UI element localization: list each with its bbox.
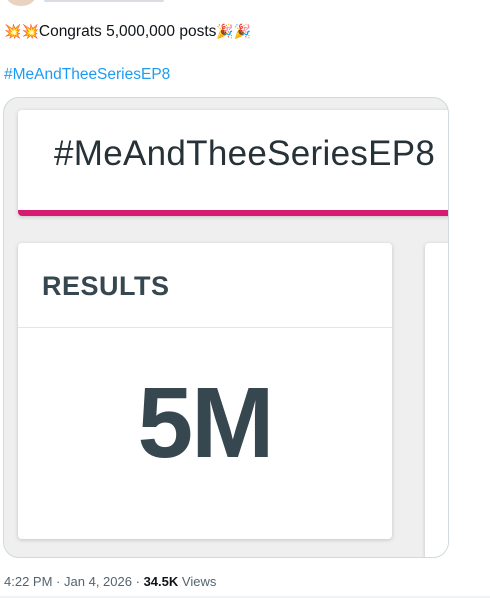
meta-separator: · — [56, 574, 61, 589]
avatar[interactable] — [4, 0, 38, 6]
media-image[interactable]: #MeAndTheeSeriesEP8 RESULTS 5M — [3, 97, 449, 558]
views-count[interactable]: 34.5K — [144, 574, 179, 589]
accent-bar — [18, 210, 448, 216]
author-name[interactable] — [44, 0, 164, 2]
hashtag-title-card: #MeAndTheeSeriesEP8 — [18, 110, 448, 216]
results-card: RESULTS 5M — [18, 243, 392, 539]
results-value: 5M — [137, 367, 275, 479]
side-card — [425, 243, 448, 557]
collision-icon: 💥 — [21, 24, 39, 40]
post-meta: 4:22 PM · Jan 4, 2026 · 34.5K Views — [4, 574, 216, 589]
meta-separator: · — [135, 574, 140, 589]
collision-icon: 💥 — [4, 24, 22, 40]
media-title: #MeAndTheeSeriesEP8 — [54, 134, 436, 173]
party-popper-icon: 🎉 — [233, 24, 252, 40]
hashtag-link[interactable]: #MeAndTheeSeriesEP8 — [4, 66, 170, 84]
views-label: Views — [181, 574, 217, 589]
post-date[interactable]: Jan 4, 2026 — [64, 574, 132, 589]
post-text: 💥💥Congrats 5,000,000 posts🎉🎉 — [4, 22, 251, 42]
divider — [18, 327, 392, 328]
post-time[interactable]: 4:22 PM — [4, 574, 52, 589]
party-popper-icon: 🎉 — [216, 24, 234, 40]
post-body: Congrats 5,000,000 posts — [38, 23, 217, 40]
results-label: RESULTS — [42, 271, 170, 301]
